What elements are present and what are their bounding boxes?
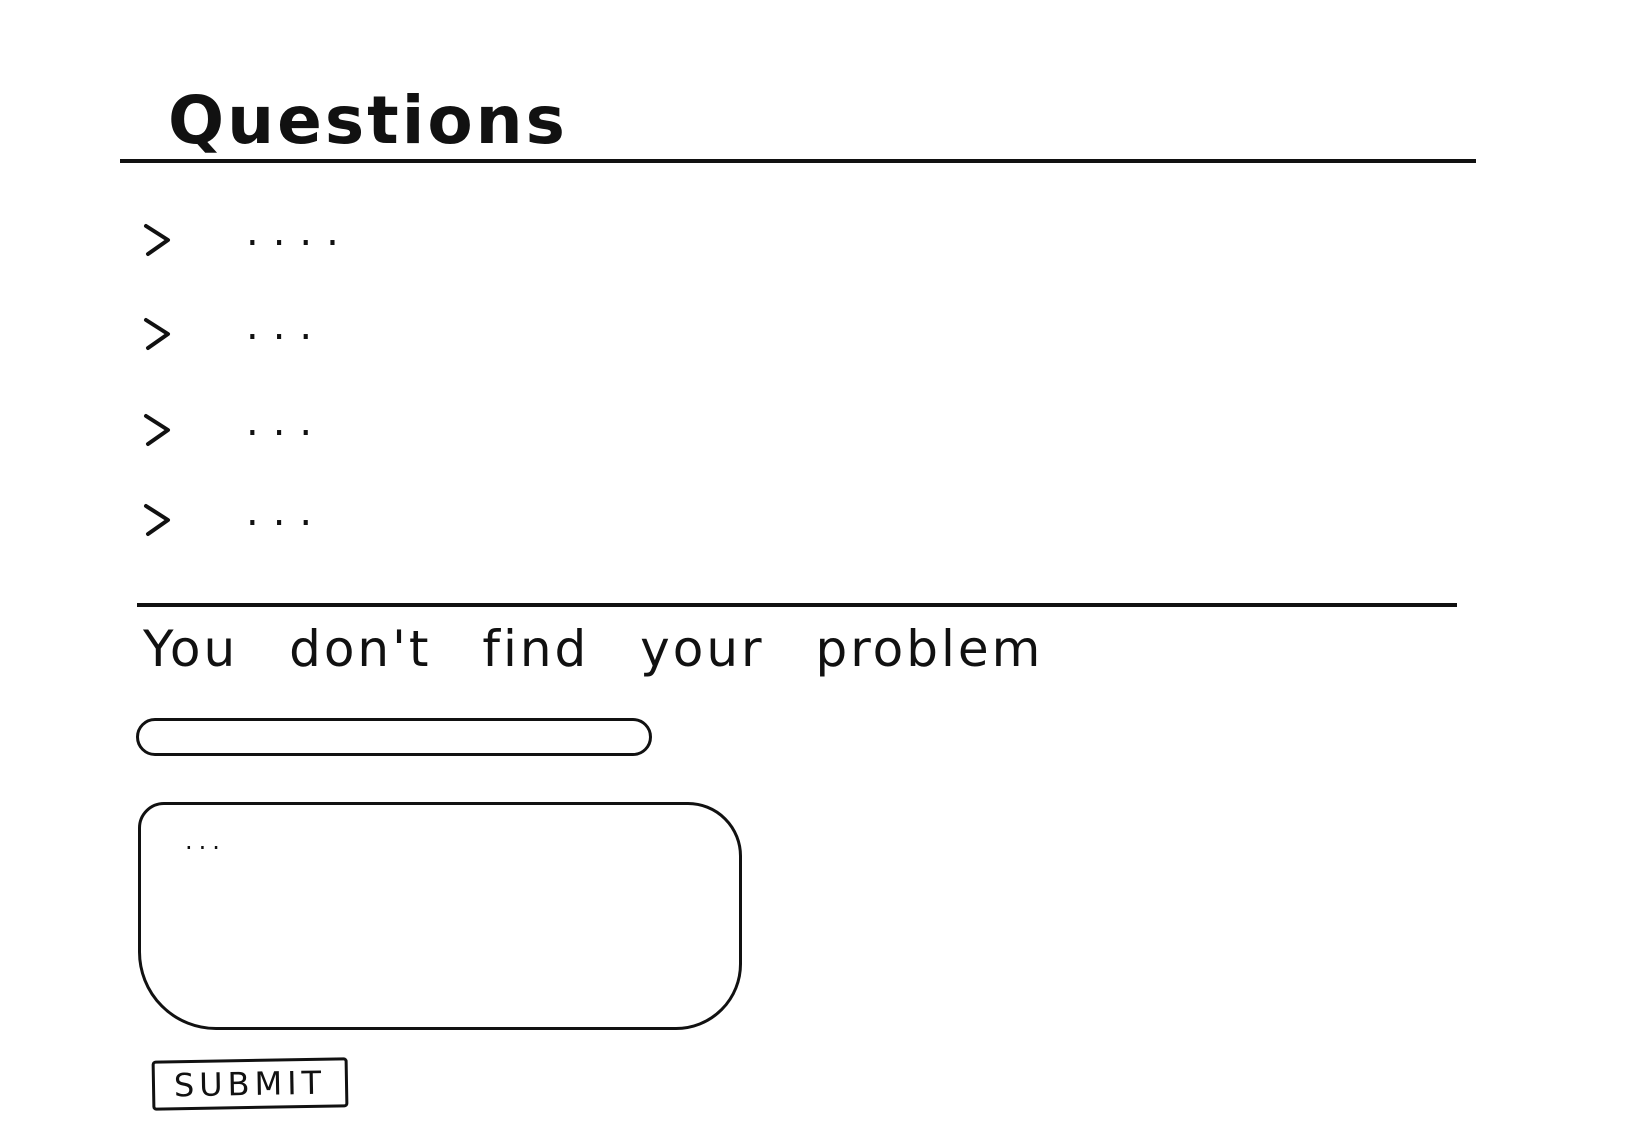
faq-question: ... [246, 489, 327, 535]
faq-item[interactable]: ... [140, 490, 840, 550]
faq-item[interactable]: ... [140, 304, 840, 364]
submit-button[interactable]: SUBMIT [151, 1057, 349, 1111]
message-textarea[interactable] [138, 802, 742, 1030]
faq-question: .... [246, 209, 353, 255]
page-title: Questions [168, 82, 568, 160]
section-divider [137, 603, 1457, 607]
chevron-right-icon [140, 406, 176, 454]
contact-heading: You don't find your problem [143, 620, 1044, 678]
faq-item[interactable]: ... [140, 400, 840, 460]
header-divider [120, 159, 1476, 163]
subject-input[interactable] [136, 718, 652, 756]
chevron-right-icon [140, 216, 176, 264]
faq-page: Questions .... ... ... ... You don't fin… [0, 0, 1640, 1140]
faq-question: ... [246, 303, 327, 349]
chevron-right-icon [140, 310, 176, 358]
faq-item[interactable]: .... [140, 210, 840, 270]
faq-question: ... [246, 399, 327, 445]
chevron-right-icon [140, 496, 176, 544]
